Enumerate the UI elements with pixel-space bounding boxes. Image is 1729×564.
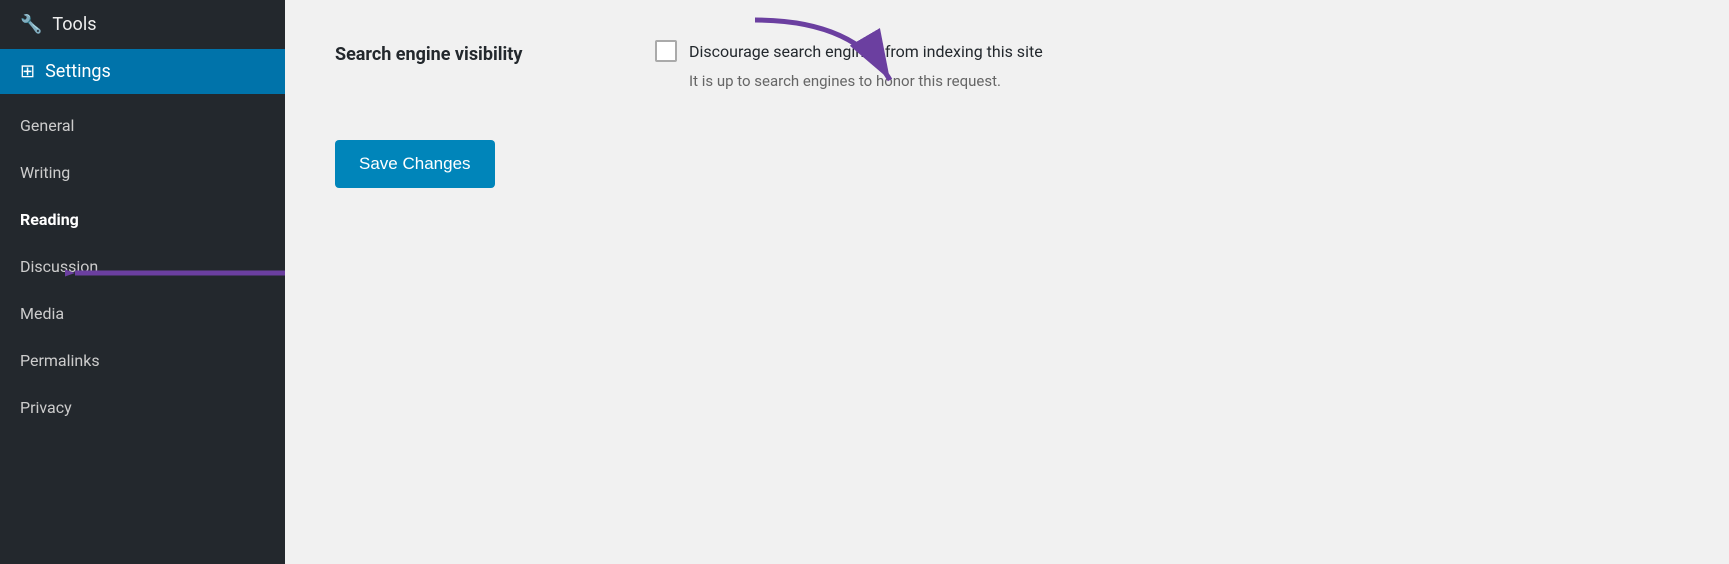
checkbox-row: Discourage search engines from indexing …: [655, 40, 1043, 62]
sidebar-item-media[interactable]: Media: [0, 290, 285, 337]
sidebar: 🔧 Tools ⊞ Settings General Writing Readi…: [0, 0, 285, 564]
wrench-icon: 🔧: [20, 14, 42, 35]
search-visibility-label: Search engine visibility: [335, 40, 655, 65]
tools-label: Tools: [52, 14, 96, 35]
sidebar-item-permalinks[interactable]: Permalinks: [0, 337, 285, 384]
settings-label: Settings: [45, 61, 111, 82]
sidebar-settings-item[interactable]: ⊞ Settings: [0, 49, 285, 94]
sidebar-item-reading[interactable]: Reading: [0, 196, 285, 243]
checkbox-description: It is up to search engines to honor this…: [689, 72, 1043, 90]
checkbox-label: Discourage search engines from indexing …: [689, 42, 1043, 61]
sidebar-tools-item[interactable]: 🔧 Tools: [0, 0, 285, 49]
search-visibility-checkbox[interactable]: [655, 40, 677, 62]
search-visibility-control: Discourage search engines from indexing …: [655, 40, 1043, 90]
save-changes-button[interactable]: Save Changes: [335, 140, 495, 188]
sidebar-item-discussion[interactable]: Discussion: [0, 243, 285, 290]
main-content: Search engine visibility Discourage sear…: [285, 0, 1729, 564]
settings-icon: ⊞: [20, 61, 35, 82]
sidebar-nav: General Writing Reading Discussion Media…: [0, 102, 285, 431]
sidebar-item-privacy[interactable]: Privacy: [0, 384, 285, 431]
search-visibility-row: Search engine visibility Discourage sear…: [335, 40, 1679, 90]
sidebar-item-general[interactable]: General: [0, 102, 285, 149]
sidebar-item-writing[interactable]: Writing: [0, 149, 285, 196]
